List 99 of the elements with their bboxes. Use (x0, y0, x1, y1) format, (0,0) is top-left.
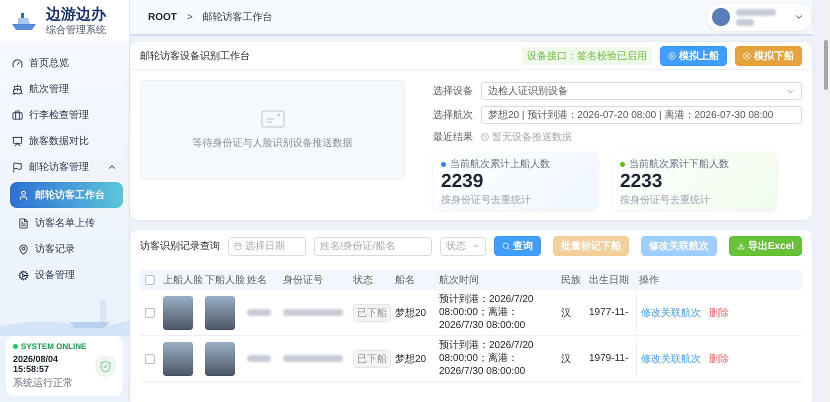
nav-item[interactable]: 行李检查管理 (6, 104, 123, 126)
nav-subitem[interactable]: 访客名单上传 (10, 212, 123, 234)
nav-item[interactable]: 航次管理 (6, 78, 123, 100)
blurred-name (247, 355, 271, 362)
empty-message: 等待身份证与人脸识别设备推送数据 (192, 136, 352, 150)
column-header: 航次时间 (438, 274, 480, 287)
stat-label: 当前航次累计下船人数 (620, 157, 769, 171)
action-link[interactable]: 修改关联航次 (641, 306, 701, 320)
action-link[interactable]: 删除 (709, 306, 729, 320)
nav-icon (12, 162, 23, 172)
simulate-button[interactable]: 模拟上船 (660, 46, 727, 66)
voyage-field[interactable]: 梦想20 | 预计到港：2026-07-20 08:00 | 离港：2026-07-30 08:00 (481, 106, 802, 124)
status-note: 系统运行正常 (13, 376, 74, 390)
nav-icon (18, 270, 29, 280)
nav-subitem[interactable]: 访客记录 (10, 238, 123, 260)
toolbar-button[interactable]: 导出Excel (728, 236, 802, 256)
breadcrumb-current: 邮轮访客工作台 (202, 10, 273, 24)
field-label: 选择航次 (433, 108, 474, 122)
status-select[interactable]: 状态 (440, 236, 486, 256)
blurred-username (736, 8, 776, 16)
table-cell-text: 1979-11- (588, 353, 630, 364)
table-cell-text: 梦想20 (394, 352, 428, 366)
nav-icon (12, 58, 23, 68)
stat-value: 2239 (441, 171, 484, 193)
ship-logo-icon (10, 10, 38, 32)
breadcrumb-separator: > (186, 12, 193, 22)
table-cell-text: 汉 (560, 306, 572, 320)
shield-check-icon (94, 355, 116, 377)
nav-icon (18, 190, 29, 200)
clock-icon (481, 133, 489, 141)
photo-placeholder (163, 342, 193, 376)
search-icon (502, 242, 510, 250)
column-header: 下船人脸 (204, 274, 244, 287)
column-header: 操作 (638, 274, 660, 287)
stat-note: 按身份证号去重统计 (441, 194, 532, 207)
row-checkbox[interactable] (145, 354, 155, 364)
table-cell-text: 预计到港：2026/7/20 08:00:00；离港：2026/7/30 08:00:00 (438, 293, 534, 332)
nav-icon (18, 244, 29, 254)
status-tag: 已下船 (353, 350, 391, 368)
simulate-button[interactable]: 模拟下船 (735, 46, 802, 66)
stat-value: 2233 (620, 171, 664, 193)
column-header: 身份证号 (282, 274, 324, 287)
toolbar-button[interactable]: 查询 (494, 236, 541, 256)
download-icon (736, 242, 745, 250)
breadcrumb-root[interactable]: ROOT (148, 12, 177, 22)
system-time: 2026/08/04 15:58:57 (13, 354, 60, 374)
row-checkbox[interactable] (145, 308, 155, 318)
select-all-checkbox[interactable] (145, 275, 155, 285)
table-cell-text: 1977-11- (588, 307, 630, 318)
blurred-id-number (283, 309, 343, 316)
nav-icon (12, 136, 23, 146)
action-link[interactable]: 删除 (709, 352, 729, 366)
table-cell-text: 梦想20 (394, 306, 428, 320)
nav-item[interactable]: 邮轮访客管理 (6, 156, 123, 178)
avatar (712, 8, 730, 26)
search-field[interactable]: 姓名/身份证/船名 (314, 236, 432, 256)
column-header: 上船人脸 (162, 274, 202, 287)
user-menu[interactable] (707, 4, 812, 30)
status-tag: 已下船 (353, 304, 391, 322)
nav-icon (12, 84, 23, 94)
table-cell-text: 预计到港：2026/7/20 08:00:00；离港：2026/7/30 08:00:00 (438, 339, 534, 378)
photo-placeholder (205, 342, 235, 376)
nav-icon (18, 218, 29, 228)
card-title: 邮轮访客设备识别工作台 (140, 50, 250, 62)
blurred-id-number (283, 355, 343, 362)
stat-note: 按身份证号去重统计 (620, 194, 711, 207)
play-icon (743, 52, 751, 60)
play-icon (668, 52, 676, 60)
column-header: 船名 (394, 274, 416, 287)
blurred-role (736, 18, 754, 26)
nav-subitem[interactable]: 设备管理 (10, 264, 123, 286)
nav-icon (12, 110, 23, 120)
interface-status-tag: 设备接口：签名校验已启用 (522, 46, 652, 64)
table-cell-text: 汉 (560, 352, 572, 366)
id-card-icon (260, 110, 284, 128)
nav-item[interactable]: 首页总览 (6, 52, 123, 74)
chevron-down-icon (472, 242, 480, 250)
photo-placeholder (163, 296, 193, 330)
field-label: 选择设备 (433, 84, 474, 98)
calendar-icon (234, 242, 242, 250)
column-header: 姓名 (246, 274, 268, 287)
action-link[interactable]: 修改关联航次 (641, 352, 701, 366)
nav-subitem[interactable]: 邮轮访客工作台 (10, 182, 123, 208)
result-text: 暂无设备推送数据 (481, 130, 572, 144)
blurred-name (247, 309, 271, 316)
app-title: 边游边办 (46, 6, 106, 22)
online-status: SYSTEM ONLINE (13, 342, 95, 351)
stat-label: 当前航次累计上船人数 (441, 157, 590, 171)
photo-placeholder (205, 296, 235, 330)
nav-item[interactable]: 旅客数据对比 (6, 130, 123, 152)
column-header: 民族 (560, 274, 582, 287)
field-label: 最近结果 (433, 130, 474, 144)
column-header: 状态 (352, 274, 374, 287)
device-select[interactable]: 边检人证识别设备 (481, 82, 802, 100)
card-title: 访客识别记录查询 (140, 240, 220, 253)
date-picker[interactable]: 选择日期 (228, 236, 306, 256)
scrollbar[interactable] (822, 0, 830, 402)
app-subtitle: 综合管理系统 (46, 24, 106, 36)
column-header: 出生日期 (588, 274, 630, 287)
